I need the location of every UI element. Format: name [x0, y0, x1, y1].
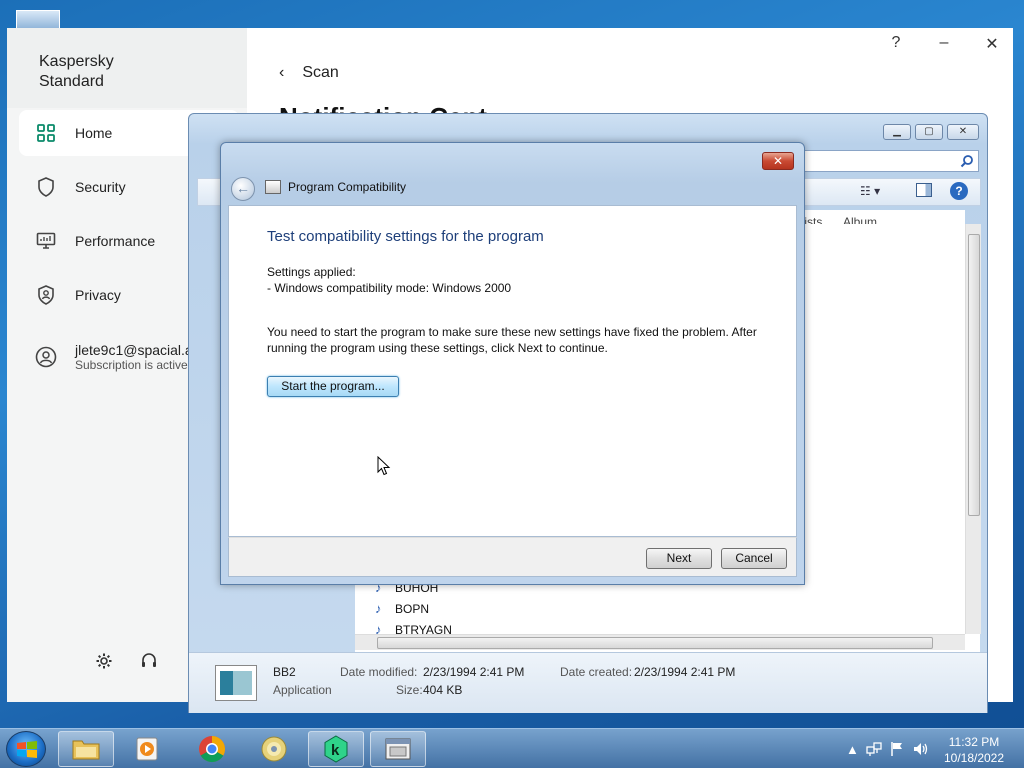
app-title: Kaspersky Standard [39, 53, 114, 90]
search-icon [960, 155, 973, 168]
minimize-button[interactable]: – [929, 34, 959, 52]
audio-file-icon: ♪ [375, 601, 382, 616]
dialog-close-button[interactable]: ✕ [762, 152, 794, 170]
volume-icon[interactable] [912, 729, 930, 768]
settings-applied-label: Settings applied: [267, 265, 356, 279]
taskbar-media-player[interactable] [120, 731, 176, 767]
clock[interactable]: 11:32 PM 10/18/2022 [938, 734, 1010, 766]
sidebar-item-label: Privacy [75, 287, 121, 303]
cancel-button[interactable]: Cancel [721, 548, 787, 569]
date-created-value: 2/23/1994 2:41 PM [634, 665, 736, 679]
explorer-minimize-button[interactable]: ▁ [883, 124, 911, 140]
svg-text:k: k [331, 742, 340, 759]
grid-icon [35, 122, 57, 144]
network-icon[interactable] [866, 729, 882, 768]
help-button[interactable]: ? [881, 34, 911, 52]
start-button[interactable] [6, 731, 46, 767]
sidebar-item-label: Security [75, 179, 126, 195]
date-created-label: Date created: [560, 665, 633, 679]
taskbar-dvd[interactable] [246, 731, 302, 767]
clock-date: 10/18/2022 [943, 751, 1005, 765]
vertical-scrollbar[interactable] [965, 224, 981, 634]
program-compatibility-icon [265, 180, 281, 194]
view-options-icon[interactable]: ☷ ▾ [860, 184, 880, 198]
monitor-icon [35, 230, 57, 252]
explorer-close-button[interactable]: ✕ [947, 124, 979, 140]
privacy-shield-icon [35, 284, 57, 306]
disc-icon [261, 736, 287, 762]
breadcrumb-label: Scan [302, 64, 339, 81]
file-type: Application [273, 683, 332, 697]
taskbar-explorer[interactable] [58, 731, 114, 767]
preview-pane-icon[interactable] [916, 183, 932, 197]
show-hidden-icons[interactable]: ▲ [846, 729, 859, 768]
settings-gear-icon[interactable] [95, 652, 113, 673]
settings-applied-value: - Windows compatibility mode: Windows 20… [267, 281, 512, 295]
chevron-left-icon: ‹ [279, 64, 285, 81]
chrome-icon [199, 736, 226, 763]
media-player-icon [136, 737, 158, 761]
size-value: 404 KB [423, 683, 463, 697]
start-program-button[interactable]: Start the program... [267, 376, 399, 397]
windows-logo-icon [17, 741, 37, 758]
application-thumbnail-icon [215, 665, 257, 701]
dialog-body: Test compatibility settings for the prog… [228, 205, 797, 537]
size-label: Size: [396, 683, 423, 697]
dialog-heading: Test compatibility settings for the prog… [267, 228, 544, 245]
horizontal-scrollbar[interactable] [355, 634, 965, 650]
sidebar-item-label: Home [75, 125, 113, 141]
sidebar-item-label: Performance [75, 233, 156, 249]
dialog-title: Program Compatibility [288, 180, 407, 194]
list-item[interactable]: ♪ BOPN [375, 601, 429, 616]
search-input[interactable] [799, 150, 979, 172]
support-headset-icon[interactable] [140, 652, 158, 673]
file-name: BB2 [273, 665, 296, 679]
instructions-text: You need to start the program to make su… [267, 325, 757, 355]
action-center-flag-icon[interactable] [890, 729, 904, 768]
back-arrow-icon[interactable]: ← [231, 177, 255, 201]
mouse-cursor-icon [377, 456, 391, 476]
taskbar-kaspersky[interactable]: k [308, 731, 364, 767]
dialog-footer: Next Cancel [228, 537, 797, 577]
user-icon [35, 346, 57, 368]
kaspersky-icon: k [324, 735, 348, 763]
taskbar-chrome[interactable] [184, 731, 240, 767]
program-window-icon [385, 738, 411, 760]
folder-icon [72, 740, 100, 760]
back-to-scan[interactable]: ‹ Scan [279, 64, 339, 82]
account-item[interactable]: jlete9c1@spacial.a Subscription is activ… [35, 342, 193, 372]
date-modified-value: 2/23/1994 2:41 PM [423, 665, 525, 679]
help-icon[interactable]: ? [950, 182, 968, 200]
next-button[interactable]: Next [646, 548, 712, 569]
close-button[interactable]: ✕ [977, 34, 1007, 54]
taskbar: k ▲ 11:32 PM 10/18/2022 [0, 728, 1024, 768]
taskbar-program-compatibility[interactable] [370, 731, 426, 767]
clock-time: 11:32 PM [948, 735, 1000, 749]
details-pane: BB2 Application Date modified: 2/23/1994… [189, 652, 987, 713]
subscription-status: Subscription is active [75, 358, 188, 372]
date-modified-label: Date modified: [340, 665, 418, 679]
shield-icon [35, 176, 57, 198]
explorer-maximize-button[interactable]: ▢ [915, 124, 943, 140]
account-email: jlete9c1@spacial.a [75, 342, 193, 358]
program-compatibility-dialog: ✕ ← Program Compatibility Test compatibi… [220, 142, 805, 585]
